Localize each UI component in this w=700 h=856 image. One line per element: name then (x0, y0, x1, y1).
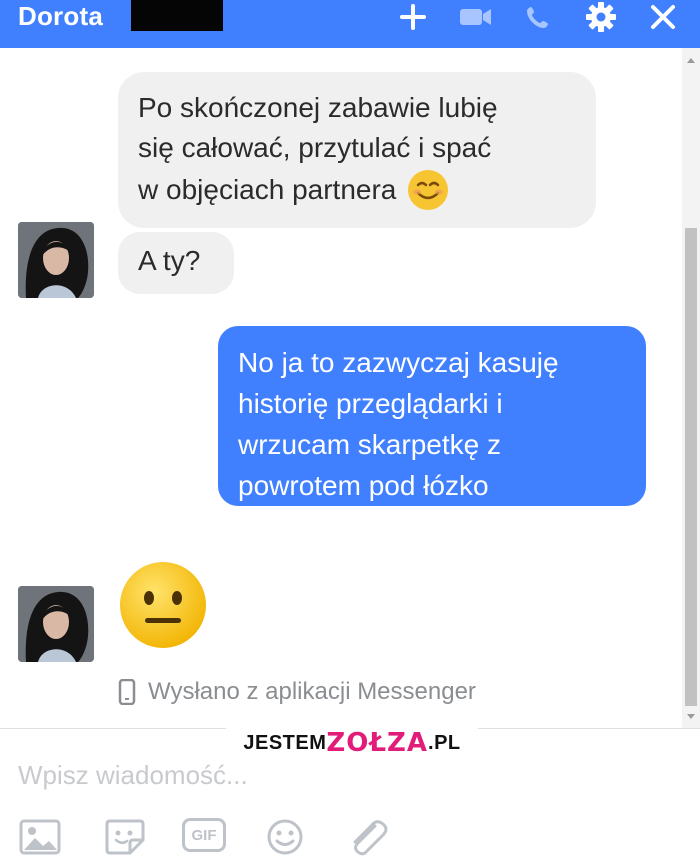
message-line: historię przeglądarki i (238, 388, 503, 419)
contact-name[interactable]: Dorota (18, 1, 103, 32)
gif-icon[interactable]: GIF (182, 818, 226, 852)
message-line: wrzucam skarpetkę z (238, 429, 501, 460)
avatar[interactable] (18, 222, 94, 298)
outgoing-message: No ja to zazwyczaj kasuję historię przeg… (218, 326, 646, 506)
phone-icon[interactable] (518, 0, 558, 34)
message-line: w objęciach partnera (138, 168, 576, 212)
avatar[interactable] (18, 586, 94, 662)
scroll-down-icon[interactable] (687, 714, 695, 719)
incoming-message: A ty? (118, 232, 234, 294)
sent-via-text: Wysłano z aplikacji Messenger (148, 678, 476, 705)
sticker-icon[interactable] (103, 818, 147, 856)
smiling-face-emoji-icon (408, 170, 449, 210)
watermark: JESTEM ZOŁZA .PL (226, 724, 478, 762)
redacted-surname (131, 0, 223, 31)
mobile-phone-icon (118, 679, 136, 705)
watermark-brand: ZOŁZA (326, 728, 429, 758)
plus-icon[interactable] (393, 0, 433, 34)
image-icon[interactable] (18, 818, 64, 856)
message-input[interactable]: Wpisz wiadomość... (18, 760, 248, 791)
message-line: No ja to zazwyczaj kasuję (238, 347, 559, 378)
gif-label: GIF (191, 826, 217, 844)
neutral-face-emoji-icon (120, 562, 206, 648)
sent-via-notice: Wysłano z aplikacji Messenger (118, 674, 476, 710)
video-icon[interactable] (455, 0, 497, 34)
message-line-text: w objęciach partnera (138, 174, 397, 205)
emoji-icon[interactable] (263, 818, 307, 856)
message-line: powrotem pod łózko (238, 470, 489, 501)
message-line: Po skończonej zabawie lubię (138, 92, 498, 123)
chat-header: Dorota (0, 0, 700, 48)
message-line: się całować, przytulać i spać (138, 132, 492, 163)
scrollbar-thumb[interactable] (685, 228, 697, 706)
scroll-up-icon[interactable] (687, 58, 695, 63)
watermark-prefix: JESTEM (243, 731, 327, 754)
message-line: A ty? (138, 245, 201, 276)
gear-icon[interactable] (580, 0, 622, 34)
incoming-message: Po skończonej zabawie lubię się całować,… (118, 72, 596, 228)
attachment-icon[interactable] (345, 818, 389, 856)
close-icon[interactable] (642, 0, 684, 34)
watermark-suffix: .PL (428, 731, 461, 754)
